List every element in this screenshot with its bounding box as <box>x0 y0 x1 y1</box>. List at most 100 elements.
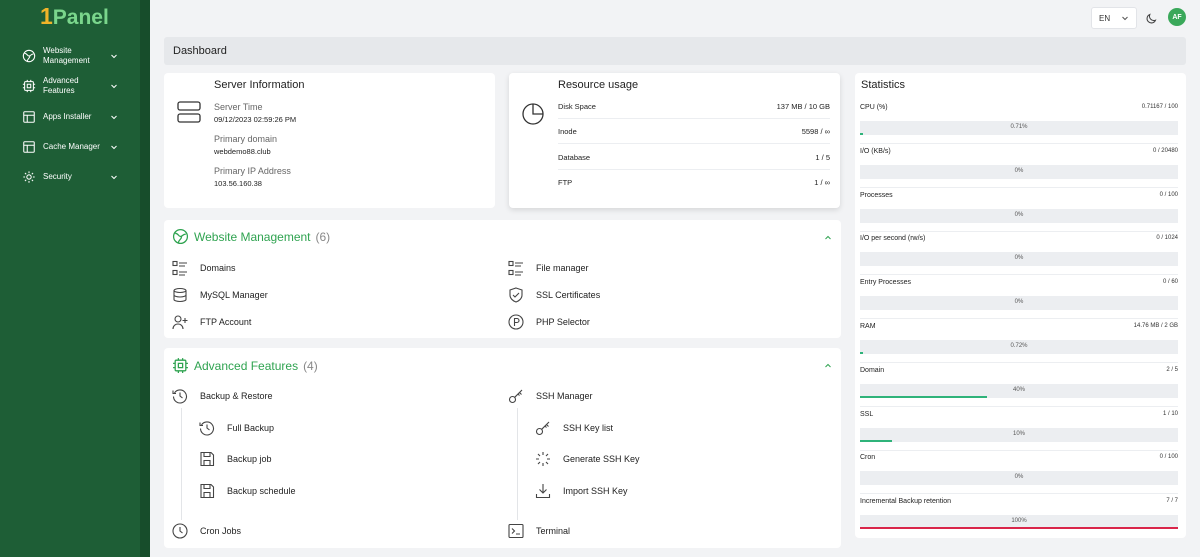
feature-terminal[interactable]: Terminal <box>508 523 570 539</box>
stat-row: Processes 0 / 100 0% <box>860 188 1178 232</box>
resource-row: FTP 1 / ∞ <box>558 170 830 195</box>
save-icon <box>200 483 215 499</box>
section-title-label: Website Management <box>194 229 311 244</box>
sidebar-item-label: Security <box>43 172 72 181</box>
chevron-down-icon <box>111 84 117 89</box>
php-icon <box>508 314 524 330</box>
progress-bar: 0% <box>860 471 1178 486</box>
feature-mysql-manager[interactable]: MySQL Manager <box>172 287 268 303</box>
chevron-down-icon <box>111 145 117 150</box>
resource-row: Database 1 / 5 <box>558 145 830 170</box>
resource-value: 5598 / ∞ <box>801 126 830 136</box>
resource-value: 137 MB / 10 GB <box>776 101 830 111</box>
progress-percent: 10% <box>1012 430 1025 437</box>
stat-value: 14.76 MB / 2 GB <box>1133 323 1178 329</box>
stat-value: 0 / 20480 <box>1152 147 1178 154</box>
stat-value: 0.71167 / 100 <box>1141 104 1178 110</box>
stat-row: Incremental Backup retention 7 / 7 100% <box>860 494 1178 538</box>
key-icon <box>508 389 523 404</box>
feature-label: SSH Manager <box>536 391 593 401</box>
stat-row: SSL 1 / 10 10% <box>860 407 1178 451</box>
sidebar-item-label: Cache Manager <box>43 142 100 151</box>
sidebar-item-cache-manager[interactable]: Cache Manager <box>0 132 140 162</box>
progress-percent: 100% <box>1011 518 1027 525</box>
feature-backup-restore[interactable]: Backup & Restore <box>172 388 273 404</box>
stat-name: Processes <box>860 191 893 199</box>
progress-fill <box>860 352 863 354</box>
progress-percent: 0.71% <box>1010 124 1028 130</box>
feature-ssl-certificates[interactable]: SSL Certificates <box>508 287 600 303</box>
server-time-value: 09/12/2023 02:59:26 PM <box>214 115 297 124</box>
progress-bar: 0.71% <box>860 121 1178 135</box>
website-management-title[interactable]: Website Management (6) <box>172 228 330 245</box>
stat-row: RAM 14.76 MB / 2 GB 0.72% <box>860 319 1178 363</box>
feature-import-ssh-key[interactable]: Import SSH Key <box>535 483 628 499</box>
section-title-label: Advanced Features <box>194 358 299 373</box>
stat-row: Cron 0 / 100 0% <box>860 450 1178 495</box>
server-time-label: Server Time <box>214 102 263 112</box>
feature-backup-job[interactable]: Backup job <box>199 451 272 467</box>
progress-fill <box>860 133 863 135</box>
feature-generate-ssh-key[interactable]: Generate SSH Key <box>535 451 640 467</box>
website-management-card: Website Management (6) Domains File manag… <box>164 220 841 338</box>
user-add-icon <box>172 315 188 330</box>
stat-value: 2 / 5 <box>1166 366 1178 373</box>
feature-ssh-key-list[interactable]: SSH Key list <box>535 420 613 436</box>
main-area: EN AF Dashboard Server Information Serve… <box>150 0 1200 557</box>
page-title: Dashboard <box>164 37 1186 65</box>
feature-cron-jobs[interactable]: Cron Jobs <box>172 523 241 539</box>
chevron-up-icon[interactable] <box>824 362 832 370</box>
server-info-title: Server Information <box>214 79 305 91</box>
sidebar-item-apps-installer[interactable]: Apps Installer <box>0 102 140 132</box>
avatar[interactable]: AF <box>1168 8 1186 26</box>
loading-icon <box>536 452 550 466</box>
stat-value: 7 / 7 <box>1166 498 1178 505</box>
progress-bar: 0% <box>860 164 1178 179</box>
section-count: (6) <box>315 229 331 244</box>
statistics-card: Statistics CPU (%) 0.71167 / 100 0.71% I/O … <box>855 73 1186 538</box>
sidebar-item-label: Advanced Features <box>43 76 79 95</box>
stat-row: I/O (KB/s) 0 / 20480 0% <box>860 144 1178 188</box>
advanced-features-title[interactable]: Advanced Features (4) <box>172 357 318 374</box>
history-icon <box>172 389 188 404</box>
chevron-up-icon[interactable] <box>824 234 832 242</box>
feature-backup-schedule[interactable]: Backup schedule <box>199 483 296 499</box>
stat-name: Entry Processes <box>860 279 911 287</box>
moon-icon[interactable] <box>1145 11 1159 25</box>
cache-icon <box>23 141 35 153</box>
feature-label: Backup & Restore <box>200 391 273 401</box>
sidebar-item-advanced-features[interactable]: Advanced Features <box>0 72 140 100</box>
sidebar-item-website-management[interactable]: Website Management <box>0 42 140 70</box>
chevron-down-icon <box>111 115 117 120</box>
feature-file-manager[interactable]: File manager <box>508 260 589 276</box>
stat-name: Cron <box>860 454 876 462</box>
feature-full-backup[interactable]: Full Backup <box>199 420 274 436</box>
primary-ip-value: 103.56.160.38 <box>214 179 262 188</box>
stat-row: I/O per second (rw/s) 0 / 1024 0% <box>860 231 1178 276</box>
stat-name: Domain <box>860 366 885 374</box>
feature-domains[interactable]: Domains <box>172 260 236 276</box>
feature-label: Cron Jobs <box>200 526 242 536</box>
stat-row: CPU (%) 0.71167 / 100 0.71% <box>860 100 1178 144</box>
progress-bar: 0% <box>860 296 1178 311</box>
language-select[interactable]: EN <box>1091 7 1137 29</box>
progress-percent: 0.72% <box>1010 343 1028 349</box>
feature-label: Backup job <box>227 454 272 464</box>
advanced-features-card: Advanced Features (4) Backup & Restore Fu… <box>164 348 841 548</box>
download-icon <box>535 484 551 499</box>
stat-name: SSL <box>860 410 874 418</box>
feature-php-selector[interactable]: PHP Selector <box>508 314 590 330</box>
save-icon <box>200 451 215 467</box>
feature-ftp-account[interactable]: FTP Account <box>172 314 251 330</box>
logo[interactable]: 1Panel <box>40 3 109 30</box>
feature-label: Generate SSH Key <box>563 454 640 464</box>
feature-ssh-manager[interactable]: SSH Manager <box>508 388 593 404</box>
primary-ip-label: Primary IP Address <box>214 166 291 176</box>
stat-row: Entry Processes 0 / 60 0% <box>860 275 1178 320</box>
progress-percent: 0% <box>1014 167 1024 174</box>
resource-label: Disk Space <box>558 101 596 111</box>
progress-bar: 0% <box>860 252 1178 267</box>
sidebar-item-security[interactable]: Security <box>0 162 140 192</box>
tree-line <box>181 408 182 520</box>
feature-label: Full Backup <box>227 423 275 433</box>
